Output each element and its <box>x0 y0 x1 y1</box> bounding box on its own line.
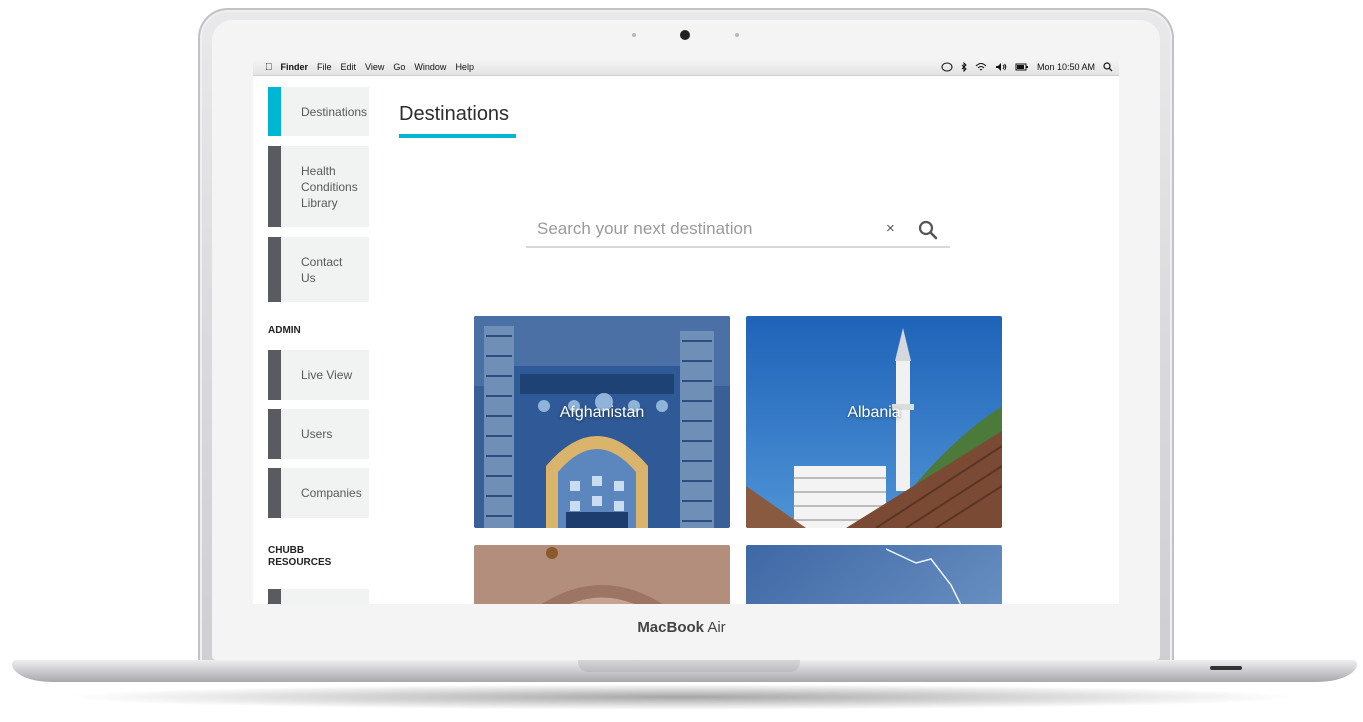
laptop-shadow <box>60 684 1303 710</box>
destination-image <box>746 545 1002 604</box>
destination-card-afghanistan[interactable]: Afghanistan <box>474 316 730 528</box>
bluetooth-icon[interactable] <box>961 62 967 72</box>
sidebar-item-health-conditions-library[interactable]: Health Conditions Library <box>268 146 369 227</box>
ambient-sensor <box>632 33 636 37</box>
card-title: Albania <box>847 404 901 421</box>
laptop-hinge-notch <box>578 660 800 672</box>
afghanistan-mosque-image <box>474 316 730 528</box>
sidebar-item-destinations[interactable]: Destinations <box>268 87 369 136</box>
volume-icon[interactable] <box>995 62 1007 72</box>
menu-view[interactable]: View <box>365 62 384 72</box>
title-underline <box>399 134 516 138</box>
sidebar-item-label: Users <box>301 427 333 441</box>
destination-image <box>474 545 730 604</box>
section-heading-admin: ADMIN <box>268 325 301 336</box>
card-title: Afghanistan <box>559 404 645 421</box>
status-area: Mon 10:50 AM <box>941 59 1113 75</box>
search-input[interactable] <box>535 217 869 241</box>
sidebar-item-label: Health Conditions Library <box>301 163 358 210</box>
nav-indicator <box>268 237 281 302</box>
albania-minaret-image <box>746 316 1002 528</box>
nav-indicator <box>268 146 281 227</box>
sidebar-item-label: Live View <box>301 368 353 382</box>
wifi-icon[interactable] <box>975 62 987 72</box>
device-brand: MacBook Air <box>637 619 726 636</box>
search-bar: × <box>526 214 950 248</box>
apple-icon[interactable]:  <box>265 62 273 73</box>
active-indicator <box>268 87 281 136</box>
nav-indicator <box>268 589 281 604</box>
sleep-light <box>1210 666 1242 670</box>
section-heading-chubb-resources: CHUBB RESOURCES <box>268 545 332 568</box>
destination-card-albania[interactable]: Albania <box>746 316 1002 528</box>
camera-icon <box>680 30 690 40</box>
sidebar-item-resource[interactable] <box>268 589 369 604</box>
sidebar-item-contact-us[interactable]: Contact Us <box>268 237 369 302</box>
menu-help[interactable]: Help <box>455 62 474 72</box>
battery-icon[interactable] <box>1015 62 1029 72</box>
clear-icon[interactable]: × <box>886 220 895 237</box>
destination-card[interactable] <box>746 545 1002 604</box>
menu-go[interactable]: Go <box>393 62 405 72</box>
nav-indicator <box>268 468 281 518</box>
destination-card[interactable] <box>474 545 730 604</box>
nav-indicator <box>268 409 281 459</box>
notification-icon[interactable] <box>941 62 953 72</box>
sidebar-item-label: Companies <box>301 486 362 500</box>
page-title: Destinations <box>399 103 510 125</box>
menubar-clock[interactable]: Mon 10:50 AM <box>1037 62 1095 72</box>
menu-file[interactable]: File <box>317 62 332 72</box>
screen:  Finder File Edit View Go Window Help M… <box>253 59 1119 604</box>
sidebar-item-label: Contact Us <box>301 254 343 285</box>
mac-menubar:  Finder File Edit View Go Window Help M… <box>253 59 1119 76</box>
sidebar-item-live-view[interactable]: Live View <box>268 350 369 400</box>
menu-app-name[interactable]: Finder <box>281 62 309 72</box>
spotlight-icon[interactable] <box>1103 62 1113 72</box>
nav-indicator <box>268 350 281 400</box>
sidebar-item-label: Destinations <box>301 104 368 119</box>
menu-window[interactable]: Window <box>414 62 446 72</box>
sidebar-item-companies[interactable]: Companies <box>268 468 369 518</box>
sidebar-item-users[interactable]: Users <box>268 409 369 459</box>
menu-edit[interactable]: Edit <box>341 62 357 72</box>
indicator-light <box>735 33 739 37</box>
search-icon[interactable] <box>917 219 939 241</box>
